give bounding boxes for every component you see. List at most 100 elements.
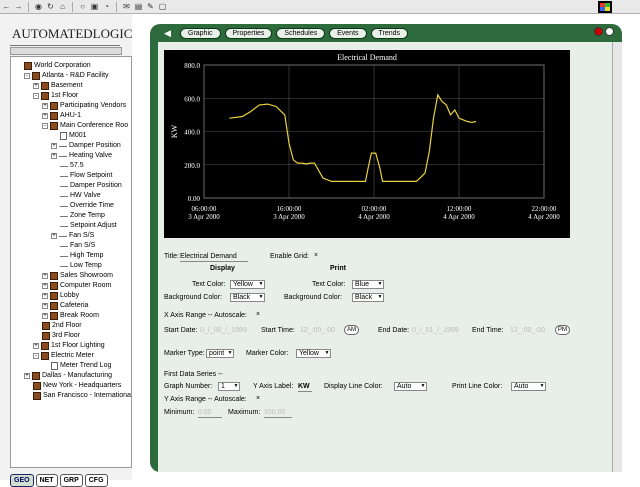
tree-node[interactable]: Damper Position [51,181,122,191]
print-bg-color-select[interactable]: Black ▼ [352,293,384,302]
expand-toggle-icon[interactable]: + [42,303,48,309]
home-icon[interactable]: ⌂ [58,2,67,11]
expand-toggle-icon[interactable]: - [42,123,48,129]
tree-node[interactable]: Low Temp [51,261,102,271]
expand-toggle-icon[interactable]: + [33,83,39,89]
tree-node[interactable]: + Damper Position [51,141,121,151]
tab-schedules[interactable]: Schedules [276,27,326,39]
end-time-input[interactable]: 12_:00_:00 [510,326,545,335]
tree-node[interactable]: High Temp [51,251,103,261]
tree-node[interactable]: + Fan S/S [51,231,94,241]
tree-node[interactable]: - Electric Meter [33,351,94,361]
y-axis-autoscale-checkbox[interactable]: × [256,395,260,402]
tree-node[interactable]: 57.5 [51,161,84,171]
expand-toggle-icon[interactable]: + [42,283,48,289]
graph-number-select[interactable]: 1 ▼ [218,382,240,391]
edit-icon[interactable]: ✎ [146,2,155,11]
x-axis-autoscale-checkbox[interactable]: × [256,311,260,318]
start-ampm-button[interactable]: AM [344,325,359,335]
title-input[interactable]: Electrical Demand [180,252,248,262]
tree-node[interactable]: + Participating Vendors [42,101,126,111]
display-line-color-select[interactable]: Auto ▼ [394,382,427,391]
refresh-icon[interactable]: ↻ [46,2,55,11]
expand-toggle-icon[interactable]: + [42,113,48,119]
tree-node[interactable]: San Francisco - Internationa [24,391,131,401]
tab-grp[interactable]: GRP [59,474,83,487]
expand-toggle-icon[interactable]: + [42,293,48,299]
expand-toggle-icon[interactable]: + [24,373,30,379]
favorites-icon[interactable]: ▣ [90,2,99,11]
tree-node[interactable]: + Dallas - Manufacturing [24,371,112,381]
expand-toggle-icon[interactable]: + [33,343,39,349]
tree-node[interactable]: Setpoint Adjust [51,221,117,231]
tree-node[interactable]: + AHU-1 [42,111,81,121]
display-text-color-select[interactable]: Yellow ▼ [230,280,265,289]
start-date-input[interactable]: 0_/_00_/_1999 [200,326,247,335]
print-text-color-select[interactable]: Blue ▼ [352,280,384,289]
tab-trends[interactable]: Trends [370,27,409,39]
display-bg-color-select[interactable]: Black ▼ [230,293,265,302]
tree-node[interactable]: Flow Setpoint [51,171,112,181]
back-arrow-icon[interactable]: ◀ [164,28,176,38]
tree-node[interactable]: - Main Conference Roo [42,121,128,131]
print-line-color-select[interactable]: Auto ▼ [511,382,546,391]
expand-toggle-icon[interactable]: - [33,93,39,99]
expand-toggle-icon[interactable]: - [24,73,30,79]
forward-arrow-icon[interactable]: → [14,2,23,11]
tree-node[interactable]: - 1st Floor [33,91,78,101]
tree-node[interactable]: Override Time [51,201,114,211]
back-arrow-icon[interactable]: ← [2,2,11,11]
minimum-input[interactable]: 0.00 [198,408,222,418]
discuss-icon[interactable]: ▢ [158,2,167,11]
tree-node[interactable]: + Break Room [42,311,99,321]
expand-toggle-icon[interactable]: - [33,353,39,359]
tree-node[interactable]: +1st Floor Lighting [33,341,105,351]
tree-node[interactable]: World Corporation [15,61,91,71]
tree-node[interactable]: + Basement [33,81,83,91]
enable-grid-checkbox[interactable]: × [314,252,318,259]
end-ampm-button[interactable]: PM [555,325,570,335]
marker-color-select[interactable]: Yellow ▼ [296,349,331,358]
tree-node[interactable]: + Sales Showroom [42,271,113,281]
expand-toggle-icon[interactable]: + [42,313,48,319]
tree-node[interactable]: + Lobby [42,291,79,301]
expand-toggle-icon[interactable]: + [51,153,57,159]
tab-events[interactable]: Events [329,27,367,39]
end-date-input[interactable]: 0_/_01_/_1999 [412,326,459,335]
tree-node[interactable]: New York - Headquarters [24,381,121,391]
help-icon[interactable] [605,27,614,36]
tree-node[interactable]: HW Valve [51,191,101,201]
tree-node[interactable]: + Computer Room [42,281,111,291]
panel-splitter[interactable] [10,47,122,55]
tree-node[interactable]: Zone Temp [51,211,105,221]
point-line-icon [60,205,68,207]
tree-node[interactable]: - Atlanta - R&D Facility [24,71,109,81]
tree-node[interactable]: Meter Trend Log [42,361,111,371]
tab-geo[interactable]: GEO [10,474,34,487]
tree-node[interactable]: + Cafeteria [42,301,88,311]
tab-cfg[interactable]: CFG [84,474,108,487]
vertical-scrollbar[interactable] [612,42,622,472]
start-time-input[interactable]: 12_:00_:00 [300,326,335,335]
expand-toggle-icon[interactable]: + [42,273,48,279]
alarm-icon[interactable] [594,27,603,36]
y-axis-label-input[interactable]: KW [298,382,312,392]
tree-node[interactable]: 3rd Floor [33,331,80,341]
expand-toggle-icon[interactable]: + [51,143,57,149]
history-icon[interactable]: ◔ [102,2,111,11]
tree-node[interactable]: M001 [51,131,87,141]
tree-node[interactable]: + Heating Valve [51,151,112,161]
maximum-input[interactable]: 100.00 [264,408,292,418]
tree-node[interactable]: 2nd Floor [33,321,82,331]
marker-type-select[interactable]: point ▼ [206,349,234,358]
tab-properties[interactable]: Properties [224,27,273,39]
search-icon[interactable]: ○ [78,2,87,11]
tab-net[interactable]: NET [35,474,58,487]
expand-toggle-icon[interactable]: + [42,103,48,109]
print-icon[interactable]: ▤ [134,2,143,11]
expand-toggle-icon[interactable]: + [51,233,57,239]
stop-icon[interactable]: ◉ [34,2,43,11]
tab-graphic[interactable]: Graphic [180,27,221,39]
mail-icon[interactable]: ✉ [122,2,131,11]
tree-node[interactable]: Fan S/S [51,241,95,251]
